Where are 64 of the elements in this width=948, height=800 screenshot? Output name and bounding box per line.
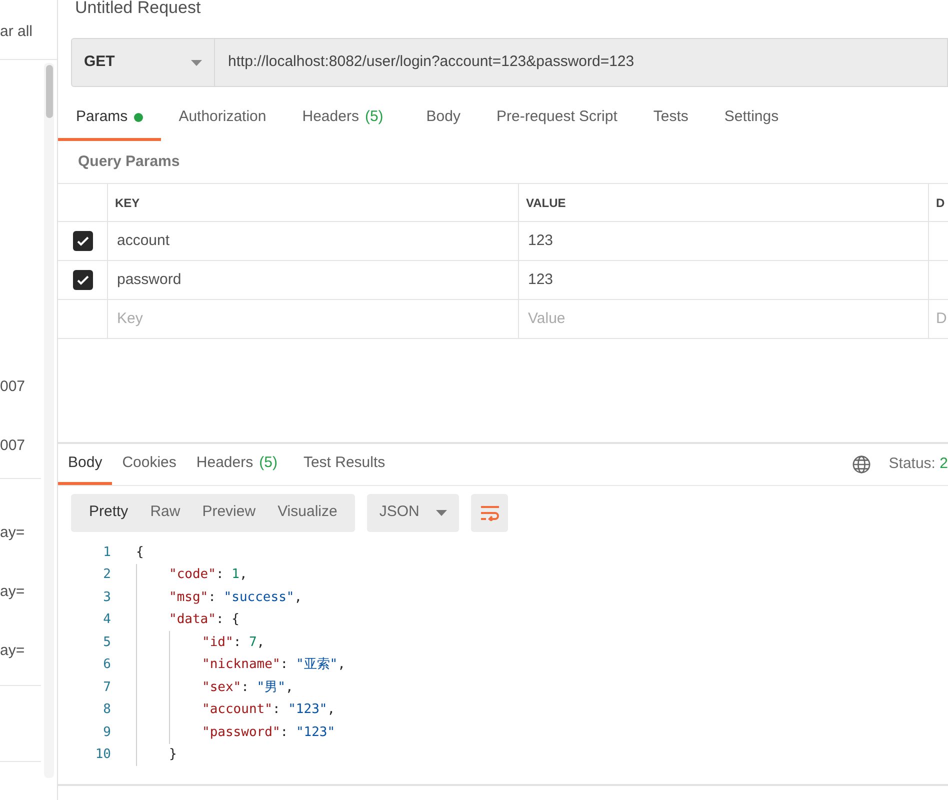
request-tab[interactable]: Pre-request Script xyxy=(478,100,636,141)
response-tab[interactable]: Test Results xyxy=(293,447,396,485)
line-number: 1 xyxy=(102,544,111,562)
checkmark-icon xyxy=(76,234,90,248)
request-tab[interactable]: Headers (5) xyxy=(284,100,402,141)
column-header: VALUE xyxy=(526,194,566,212)
url-field[interactable]: http://localhost:8082/user/login?account=123&password=123 xyxy=(215,39,947,86)
line-number: 2 xyxy=(102,566,111,584)
response-tab[interactable]: Body xyxy=(58,447,112,485)
wrap-button[interactable] xyxy=(471,494,508,532)
response-tab[interactable]: Headers (5) xyxy=(186,447,288,485)
view-mode-tab[interactable]: Preview xyxy=(191,498,267,528)
request-tab[interactable]: Tests xyxy=(635,100,706,141)
view-mode-tab[interactable]: Visualize xyxy=(266,498,348,528)
caret-icon xyxy=(191,60,202,66)
code-line: } xyxy=(169,746,177,764)
code-line: "id": 7, xyxy=(202,634,265,652)
param-value[interactable]: 123 xyxy=(528,230,554,252)
history-item[interactable]: ay= xyxy=(0,522,25,545)
request-tab[interactable]: Params xyxy=(58,100,161,141)
param-value[interactable]: 123 xyxy=(528,268,554,292)
code-line: "nickname": "亚索", xyxy=(202,656,346,674)
checkbox[interactable] xyxy=(72,231,92,251)
format-dropdown[interactable]: JSON xyxy=(367,494,460,532)
status-label: Status: 2 xyxy=(888,454,948,474)
line-number: 7 xyxy=(102,678,111,696)
request-title: Untitled Request xyxy=(75,0,201,18)
clear-all-link[interactable]: ar all xyxy=(0,21,33,44)
request-tab[interactable]: Settings xyxy=(706,100,797,141)
history-item[interactable]: ay= xyxy=(0,581,25,604)
line-number: 6 xyxy=(102,656,111,674)
request-tab[interactable]: Authorization xyxy=(160,100,284,141)
response-tab[interactable]: Cookies xyxy=(112,447,186,485)
code-line: "sex": "男", xyxy=(202,678,294,696)
history-item[interactable]: 007 xyxy=(0,376,26,399)
request-tab[interactable]: Body xyxy=(408,100,478,141)
history-item[interactable]: 007 xyxy=(0,435,26,458)
caret-icon xyxy=(436,510,448,516)
scrollbar-thumb[interactable] xyxy=(46,65,52,118)
code-line: { xyxy=(136,544,144,562)
code-line: "password": "123" xyxy=(202,724,336,742)
globe-icon[interactable] xyxy=(852,455,871,474)
wrap-lines-icon xyxy=(480,504,500,520)
line-number: 4 xyxy=(102,611,111,629)
code-line: "data": { xyxy=(169,611,240,629)
code-line: "msg": "success", xyxy=(169,588,302,606)
line-number: 9 xyxy=(102,724,111,742)
history-item[interactable]: ay= xyxy=(0,640,25,663)
section-title: Query Params xyxy=(78,152,180,172)
line-number: 10 xyxy=(94,746,111,764)
line-number: 8 xyxy=(102,701,111,719)
column-header: D xyxy=(936,194,945,212)
view-mode-tab[interactable]: Raw xyxy=(139,498,192,528)
code-line: "code": 1, xyxy=(169,566,248,584)
checkbox[interactable] xyxy=(72,270,92,290)
param-key[interactable]: password xyxy=(117,268,182,292)
method-dropdown[interactable]: GET xyxy=(72,39,215,86)
column-header: KEY xyxy=(115,194,140,212)
line-number: 5 xyxy=(102,634,111,652)
code-line: "account": "123", xyxy=(202,701,336,719)
checkmark-icon xyxy=(76,273,90,287)
param-key[interactable]: account xyxy=(117,230,170,252)
line-number: 3 xyxy=(102,588,111,606)
view-mode-tab[interactable]: Pretty xyxy=(78,498,140,528)
